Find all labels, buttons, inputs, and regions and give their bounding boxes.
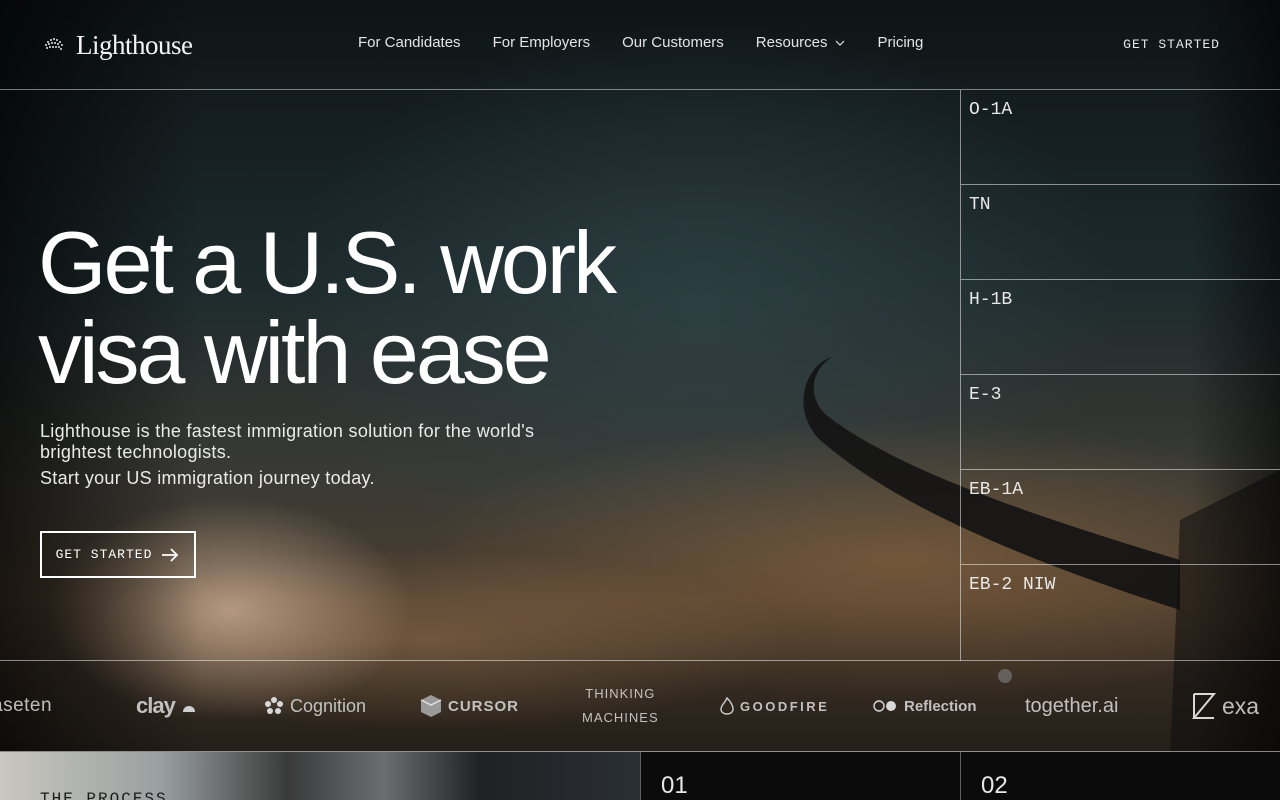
logo-thinking-machines: THINKING MACHINES [582,661,659,751]
process-step-2: 02 [960,752,1280,800]
lighthouse-logo-icon [45,37,63,50]
logo-cognition: Cognition [264,661,366,751]
logo-reflection-text: Reflection [904,697,977,715]
nav-for-employers[interactable]: For Employers [493,34,591,51]
logo-cursor: CURSOR [420,661,519,751]
cursor-cube-icon [420,695,442,717]
logo-clay: clay [136,661,197,751]
step-number-2: 02 [981,772,1008,799]
logo-goodfire-text: GOODFIRE [740,698,830,714]
chevron-down-icon [835,40,844,46]
visa-item-eb1a[interactable]: EB-1A [961,470,1280,565]
process-step-1: 01 [640,752,960,800]
main-nav: For Candidates For Employers Our Custome… [358,34,923,51]
nav-resources-label: Resources [755,34,828,51]
visa-type-list: O-1A TN H-1B E-3 EB-1A EB-2 NIW [960,90,1280,661]
hero-subtitle-2: Start your US immigration journey today. [40,468,375,488]
brand-logo[interactable]: Lighthouse [40,30,193,61]
nav-pricing[interactable]: Pricing [878,34,924,51]
logo-together-ai: together.ai [1025,694,1119,717]
exa-mark-icon [1192,693,1216,719]
cognition-flower-icon [265,697,283,714]
goodfire-flame-icon [720,697,734,715]
visa-item-e3[interactable]: E-3 [961,375,1280,470]
site-header: Lighthouse For Candidates For Employers … [0,0,1280,90]
nav-our-customers[interactable]: Our Customers [622,34,724,51]
process-label: THE PROCESS [40,790,168,800]
process-section: THE PROCESS 01 02 [0,752,1280,800]
visa-item-eb2-niw[interactable]: EB-2 NIW [961,565,1280,660]
hero-title: Get a U.S. work visa with ease [38,218,738,398]
logo-exa-text: exa [1222,692,1260,719]
arrow-right-icon [162,547,179,562]
logo-thinking-line2: MACHINES [582,710,659,725]
customer-logo-strip: aseten clay Cognition CURSOR THINKING MA… [0,660,1280,752]
brand-name: Lighthouse [76,30,193,60]
logo-exa: exa [1192,661,1259,751]
logo-baseten: aseten [0,695,53,716]
hero-title-line1: Get a U.S. work [38,213,617,312]
hero-button-label: GET STARTED [55,547,153,562]
logo-clay-text: clay [136,693,176,718]
visa-item-h1b[interactable]: H-1B [961,280,1280,375]
logo-cognition-text: Cognition [290,695,367,716]
nav-resources[interactable]: Resources [756,34,846,51]
logo-thinking-line1: THINKING [585,686,656,701]
nav-for-candidates[interactable]: For Candidates [358,34,461,51]
logo-cursor-text: CURSOR [448,697,520,715]
clay-mark-icon [182,706,195,712]
header-get-started-button[interactable]: GET STARTED [1123,37,1220,52]
logo-goodfire: GOODFIRE [720,661,829,751]
hero-get-started-button[interactable]: GET STARTED [40,531,196,578]
logo-reflection: Reflection [872,661,977,751]
visa-item-tn[interactable]: TN [961,185,1280,280]
hero-title-line2: visa with ease [38,303,552,402]
reflection-dots-icon [873,700,896,712]
visa-item-o1a[interactable]: O-1A [961,90,1280,185]
hero-subtitle: Lighthouse is the fastest immigration so… [40,421,535,462]
step-number-1: 01 [661,772,688,799]
